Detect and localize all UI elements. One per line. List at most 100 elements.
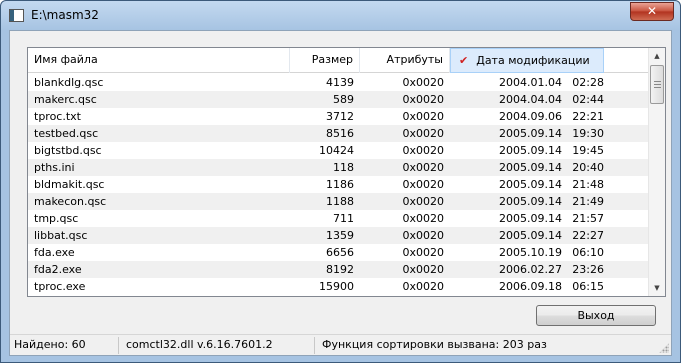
cell-filename: tproc.txt <box>34 110 81 123</box>
column-header-label: Имя файла <box>34 53 98 66</box>
main-window: E:\masm32 ✕ Имя файла Размер Атрибуты ✔ Д… <box>0 0 681 363</box>
cell-time: 21:48 <box>572 178 604 191</box>
table-row[interactable]: bldmakit.qsc 1186 0x0020 2005.09.14 21:48 <box>28 176 649 193</box>
cell-time: 06:15 <box>572 280 604 293</box>
cell-time: 02:28 <box>572 76 604 89</box>
cell-date: 2005.09.14 <box>499 195 562 208</box>
cell-time: 20:40 <box>572 161 604 174</box>
app-window-icon[interactable] <box>9 9 24 22</box>
cell-time: 22:27 <box>572 229 604 242</box>
cell-attributes: 0x0020 <box>402 127 444 140</box>
cell-filename: blankdlg.qsc <box>34 76 104 89</box>
cell-attributes: 0x0020 <box>402 76 444 89</box>
table-row[interactable]: tmp.qsc 711 0x0020 2005.09.14 21:57 <box>28 210 649 227</box>
scroll-down-icon[interactable]: ▼ <box>649 280 665 296</box>
column-header-filename[interactable]: Имя файла <box>28 48 290 73</box>
cell-size: 1359 <box>326 229 354 242</box>
cell-filename: bldmakit.qsc <box>34 178 105 191</box>
cell-date: 2005.09.14 <box>499 212 562 225</box>
cell-size: 15900 <box>319 280 354 293</box>
cell-size: 118 <box>333 161 354 174</box>
cell-filename: libbat.qsc <box>34 229 88 242</box>
cell-size: 10424 <box>319 144 354 157</box>
cell-filename: tproc.exe <box>34 280 86 293</box>
cell-attributes: 0x0020 <box>402 212 444 225</box>
cell-attributes: 0x0020 <box>402 280 444 293</box>
column-header-label: Атрибуты <box>386 53 443 66</box>
cell-date: 2005.09.14 <box>499 178 562 191</box>
cell-attributes: 0x0020 <box>402 93 444 106</box>
cell-time: 22:21 <box>572 110 604 123</box>
resize-grip-icon[interactable] <box>659 343 669 353</box>
cell-date: 2004.04.04 <box>499 93 562 106</box>
scroll-thumb[interactable] <box>650 65 664 104</box>
status-sort-calls: Функция сортировки вызвана: 203 раз <box>322 338 547 351</box>
cell-filename: testbed.qsc <box>34 127 99 140</box>
cell-filename: fda2.exe <box>34 263 82 276</box>
list-header: Имя файла Размер Атрибуты ✔ Дата модифика… <box>28 48 649 73</box>
status-bar: Найдено: 60 comctl32.dll v.6.16.7601.2 Ф… <box>10 334 671 355</box>
table-row[interactable]: makerc.qsc 589 0x0020 2004.04.04 02:44 <box>28 91 649 108</box>
cell-filename: makecon.qsc <box>34 195 107 208</box>
cell-size: 711 <box>333 212 354 225</box>
cell-date: 2005.09.14 <box>499 229 562 242</box>
column-header-size[interactable]: Размер <box>290 48 360 73</box>
table-row[interactable]: makecon.qsc 1188 0x0020 2005.09.14 21:49 <box>28 193 649 210</box>
table-row[interactable]: blankdlg.qsc 4139 0x0020 2004.01.04 02:28 <box>28 74 649 91</box>
column-header-attributes[interactable]: Атрибуты <box>360 48 450 73</box>
window-title: E:\masm32 <box>31 8 99 22</box>
cell-date: 2005.09.14 <box>499 144 562 157</box>
vertical-scrollbar[interactable]: ▲ ▼ <box>648 48 665 296</box>
cell-size: 1188 <box>326 195 354 208</box>
status-separator <box>314 337 315 354</box>
cell-attributes: 0x0020 <box>402 246 444 259</box>
title-bar[interactable]: E:\masm32 ✕ <box>1 1 680 29</box>
cell-time: 23:26 <box>572 263 604 276</box>
table-row[interactable]: tproc.exe 15900 0x0020 2006.09.18 06:15 <box>28 278 649 295</box>
cell-time: 19:30 <box>572 127 604 140</box>
cell-date: 2005.09.14 <box>499 127 562 140</box>
cell-time: 21:57 <box>572 212 604 225</box>
cell-filename: pths.ini <box>34 161 75 174</box>
cell-filename: tmp.qsc <box>34 212 79 225</box>
cell-size: 8516 <box>326 127 354 140</box>
table-row[interactable]: testbed.qsc 8516 0x0020 2005.09.14 19:30 <box>28 125 649 142</box>
cell-size: 8192 <box>326 263 354 276</box>
cell-attributes: 0x0020 <box>402 161 444 174</box>
close-button[interactable]: ✕ <box>630 2 674 21</box>
cell-filename: makerc.qsc <box>34 93 97 106</box>
cell-date: 2004.01.04 <box>499 76 562 89</box>
grip-icon <box>654 81 661 88</box>
status-found-count: Найдено: 60 <box>14 338 86 351</box>
cell-time: 19:45 <box>572 144 604 157</box>
table-row[interactable]: pths.ini 118 0x0020 2005.09.14 20:40 <box>28 159 649 176</box>
table-row[interactable]: fda.exe 6656 0x0020 2005.10.19 06:10 <box>28 244 649 261</box>
cell-attributes: 0x0020 <box>402 144 444 157</box>
cell-time: 02:44 <box>572 93 604 106</box>
cell-attributes: 0x0020 <box>402 178 444 191</box>
table-row[interactable]: bigtstbd.qsc 10424 0x0020 2005.09.14 19:45 <box>28 142 649 159</box>
dialog-client-area: Имя файла Размер Атрибуты ✔ Дата модифика… <box>9 30 672 356</box>
cell-time: 06:10 <box>572 246 604 259</box>
table-row[interactable]: fda2.exe 8192 0x0020 2006.02.27 23:26 <box>28 261 649 278</box>
file-list-view[interactable]: Имя файла Размер Атрибуты ✔ Дата модифика… <box>27 47 666 297</box>
column-header-modified-date[interactable]: ✔ Дата модификации <box>450 48 604 73</box>
cell-filename: bigtstbd.qsc <box>34 144 102 157</box>
status-dll-version: comctl32.dll v.6.16.7601.2 <box>126 338 273 351</box>
cell-date: 2004.09.06 <box>499 110 562 123</box>
cell-time: 21:49 <box>572 195 604 208</box>
cell-attributes: 0x0020 <box>402 263 444 276</box>
column-header-label: Размер <box>311 53 353 66</box>
cell-size: 4139 <box>326 76 354 89</box>
scroll-up-icon[interactable]: ▲ <box>649 48 665 64</box>
cell-date: 2006.02.27 <box>499 263 562 276</box>
exit-button[interactable]: Выход <box>536 305 656 326</box>
cell-size: 6656 <box>326 246 354 259</box>
table-row[interactable]: tproc.txt 3712 0x0020 2004.09.06 22:21 <box>28 108 649 125</box>
table-row[interactable]: libbat.qsc 1359 0x0020 2005.09.14 22:27 <box>28 227 649 244</box>
cell-date: 2006.09.18 <box>499 280 562 293</box>
cell-attributes: 0x0020 <box>402 195 444 208</box>
status-separator <box>118 337 119 354</box>
sort-check-icon: ✔ <box>459 54 469 67</box>
cell-size: 589 <box>333 93 354 106</box>
